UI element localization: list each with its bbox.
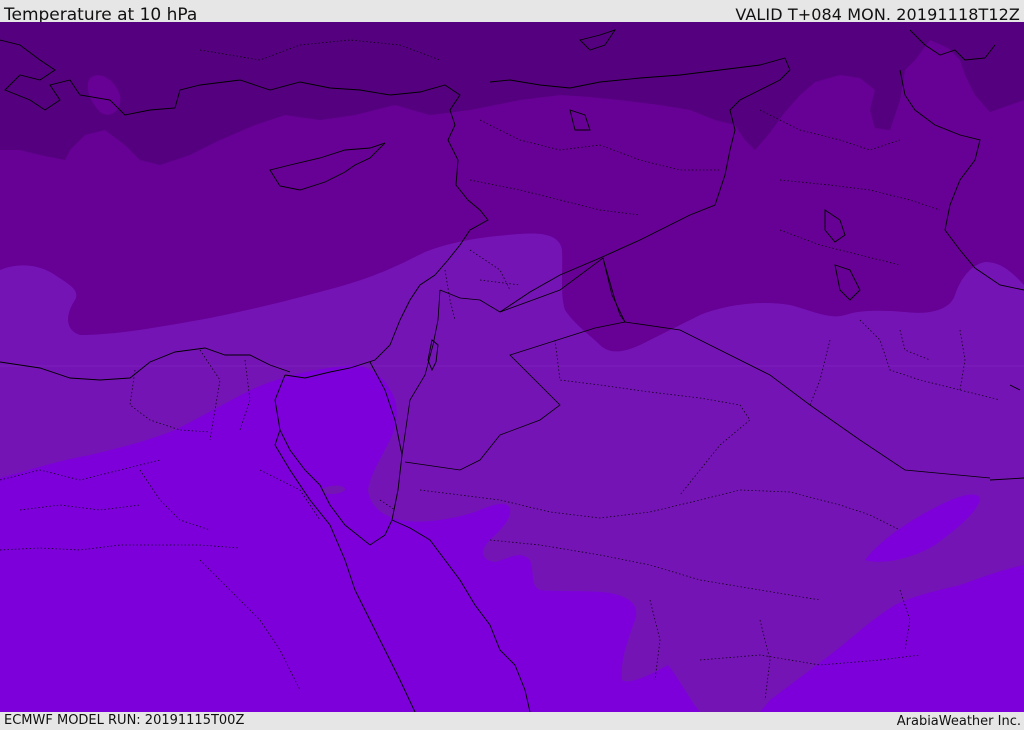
model-run-label: ECMWF MODEL RUN: 20191115T00Z <box>4 713 245 728</box>
credit-label: ArabiaWeather Inc. <box>896 714 1021 729</box>
footer-bar: ECMWF MODEL RUN: 20191115T00Z ArabiaWeat… <box>0 712 1024 729</box>
temperature-map <box>0 22 1024 712</box>
header-bar: Temperature at 10 hPa VALID T+084 MON. 2… <box>0 0 1024 25</box>
map-svg <box>0 22 1024 712</box>
